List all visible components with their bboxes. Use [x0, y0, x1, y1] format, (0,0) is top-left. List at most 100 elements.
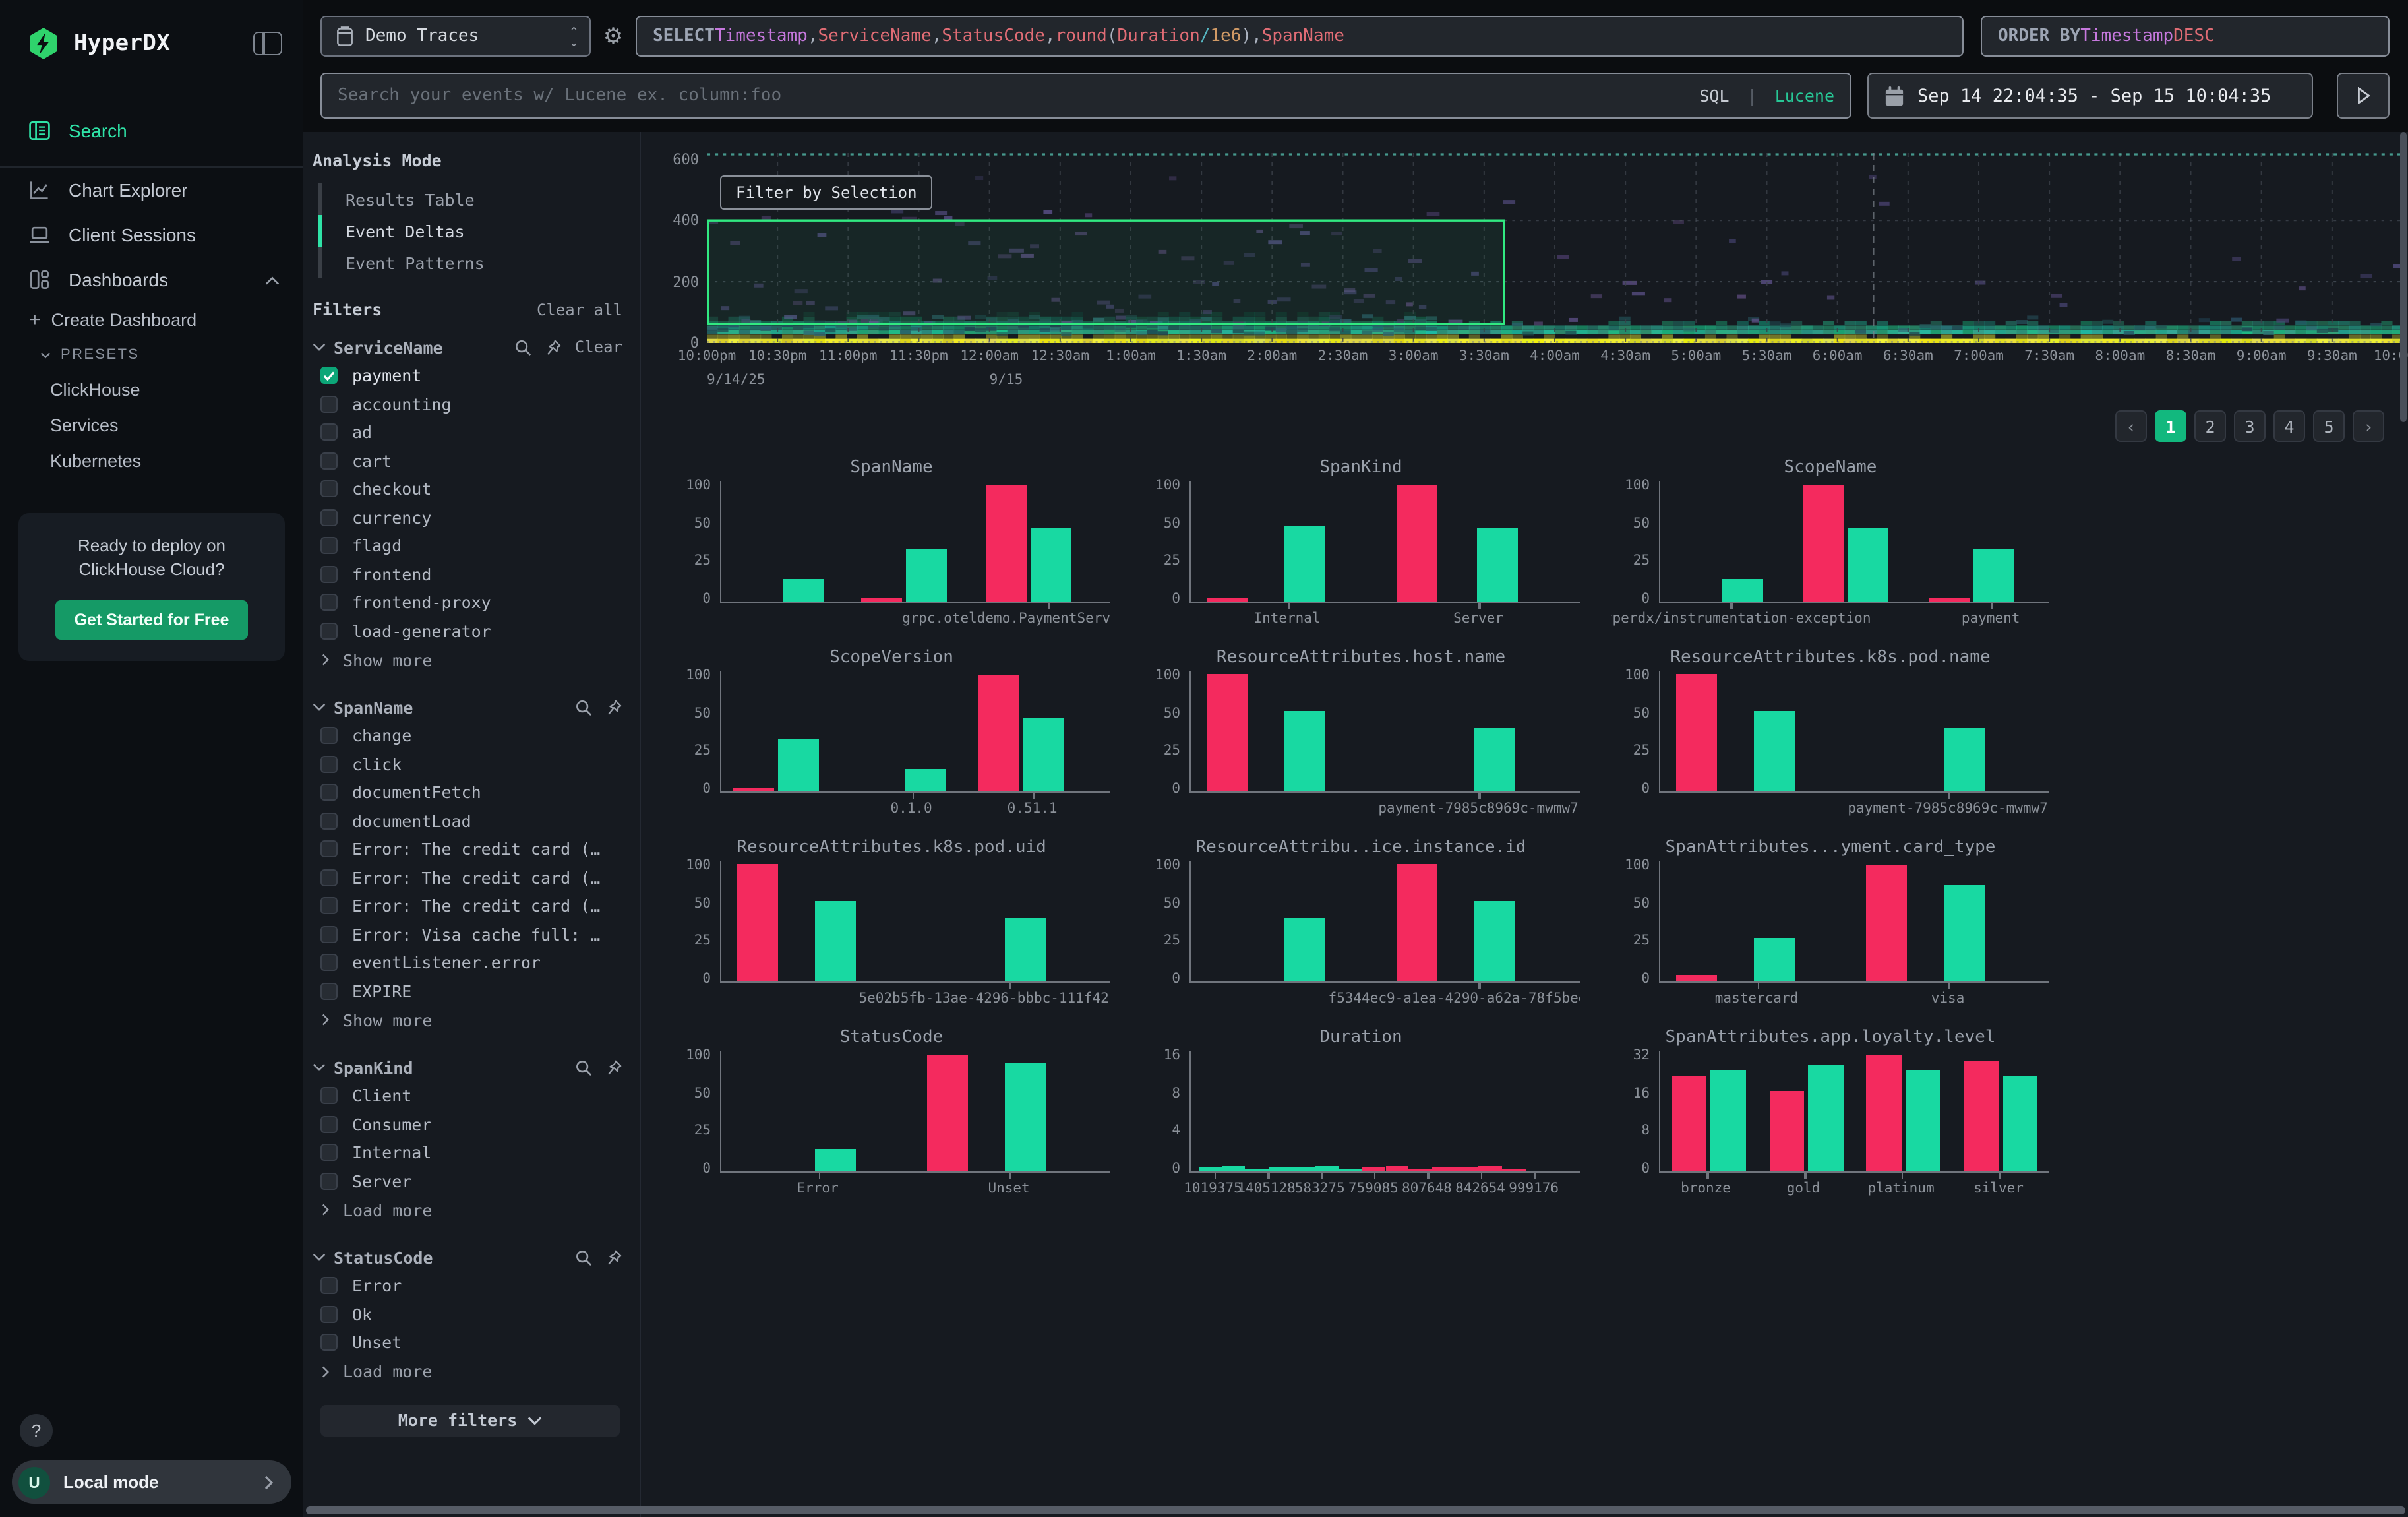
filter-checkbox-row[interactable]: Server — [313, 1167, 622, 1195]
filter-checkbox-row[interactable]: flagd — [313, 532, 622, 560]
checkbox[interactable] — [320, 538, 338, 555]
filter-checkbox-row[interactable]: checkout — [313, 475, 622, 503]
filter-checkbox-row[interactable]: frontend-proxy — [313, 588, 622, 617]
filter-checkbox-row[interactable]: Client — [313, 1082, 622, 1110]
page-button-5[interactable]: 5 — [2313, 410, 2345, 442]
filter-checkbox-row[interactable]: frontend — [313, 560, 622, 588]
search-icon[interactable] — [575, 1249, 592, 1266]
filter-checkbox-row[interactable]: Ok — [313, 1300, 622, 1328]
source-select[interactable]: Demo Traces ⌃⌄ — [320, 16, 591, 57]
source-settings-button[interactable]: ⚙ — [591, 16, 636, 57]
local-mode-button[interactable]: U Local mode — [12, 1460, 291, 1504]
chevron-down-icon[interactable] — [313, 342, 326, 352]
checkbox[interactable] — [320, 452, 338, 470]
checkbox[interactable] — [320, 756, 338, 773]
checkbox[interactable] — [320, 954, 338, 972]
analysis-mode-event-patterns[interactable]: Event Patterns — [318, 247, 622, 278]
checkbox-checked[interactable] — [320, 367, 338, 385]
chevron-down-icon[interactable] — [313, 1252, 326, 1262]
checkbox[interactable] — [320, 1278, 338, 1295]
chevron-down-icon[interactable] — [313, 1062, 326, 1072]
search-icon[interactable] — [575, 698, 592, 716]
pin-icon[interactable] — [605, 698, 622, 716]
load-more-button[interactable]: Load more — [313, 1195, 622, 1224]
filter-checkbox-row[interactable]: Unset — [313, 1328, 622, 1357]
sidebar-item-preset-services[interactable]: Services — [0, 408, 303, 443]
search-input[interactable] — [338, 86, 1699, 106]
sidebar-presets-toggle[interactable]: PRESETS — [0, 338, 303, 372]
pin-icon[interactable] — [605, 1249, 622, 1266]
show-more-button[interactable]: Show more — [313, 645, 622, 674]
vertical-scrollbar[interactable] — [2400, 132, 2407, 422]
load-more-button[interactable]: Load more — [313, 1357, 622, 1386]
checkbox[interactable] — [320, 869, 338, 886]
page-button-2[interactable]: 2 — [2194, 410, 2226, 442]
checkbox[interactable] — [320, 396, 338, 413]
filter-checkbox-row[interactable]: Error: The credit card (… — [313, 835, 622, 863]
sidebar-item-search[interactable]: Search — [0, 108, 303, 153]
checkbox[interactable] — [320, 841, 338, 858]
filter-checkbox-row[interactable]: change — [313, 722, 622, 750]
checkbox[interactable] — [320, 509, 338, 526]
checkbox[interactable] — [320, 1088, 338, 1105]
checkbox[interactable] — [320, 926, 338, 943]
get-started-button[interactable]: Get Started for Free — [56, 600, 248, 640]
page-prev-button[interactable]: ‹ — [2115, 410, 2147, 442]
sidebar-item-dashboards[interactable]: Dashboards — [0, 257, 303, 302]
filter-checkbox-row[interactable]: load-generator — [313, 617, 622, 645]
page-button-1[interactable]: 1 — [2155, 410, 2186, 442]
lucene-toggle[interactable]: Lucene — [1775, 86, 1834, 106]
filter-checkbox-row[interactable]: Error — [313, 1272, 622, 1300]
filter-checkbox-row[interactable]: documentFetch — [313, 778, 622, 807]
pin-icon[interactable] — [545, 338, 562, 356]
checkbox[interactable] — [320, 1144, 338, 1161]
filter-checkbox-row[interactable]: Internal — [313, 1138, 622, 1167]
checkbox[interactable] — [320, 1306, 338, 1323]
filter-checkbox-row[interactable]: accounting — [313, 390, 622, 418]
chevron-down-icon[interactable] — [313, 702, 326, 712]
checkbox[interactable] — [320, 1173, 338, 1190]
search-icon[interactable] — [514, 338, 531, 356]
filter-checkbox-row[interactable]: Error: The credit card (… — [313, 892, 622, 920]
filter-checkbox-row[interactable]: Error: Visa cache full: … — [313, 920, 622, 948]
sql-toggle[interactable]: SQL — [1699, 86, 1729, 106]
checkbox[interactable] — [320, 898, 338, 915]
filter-checkbox-row[interactable]: ad — [313, 418, 622, 447]
checkbox[interactable] — [320, 424, 338, 441]
checkbox[interactable] — [320, 594, 338, 611]
show-more-button[interactable]: Show more — [313, 1005, 622, 1034]
sidebar-item-client-sessions[interactable]: Client Sessions — [0, 212, 303, 257]
checkbox[interactable] — [320, 813, 338, 830]
filter-checkbox-row[interactable]: cart — [313, 447, 622, 475]
sidebar-item-preset-kubernetes[interactable]: Kubernetes — [0, 443, 303, 479]
filter-checkbox-row[interactable]: eventListener.error — [313, 948, 622, 977]
more-filters-button[interactable]: More filters — [320, 1404, 620, 1436]
sidebar-item-preset-clickhouse[interactable]: ClickHouse — [0, 372, 303, 408]
sidebar-item-chart-explorer[interactable]: Chart Explorer — [0, 168, 303, 212]
events-heatmap[interactable]: Filter by Selection — [707, 153, 2403, 343]
page-button-3[interactable]: 3 — [2234, 410, 2266, 442]
filter-checkbox-row[interactable]: currency — [313, 503, 622, 532]
run-query-button[interactable] — [2337, 73, 2390, 119]
filter-checkbox-row[interactable]: click — [313, 750, 622, 778]
search-icon[interactable] — [575, 1059, 592, 1076]
sidebar-item-create-dashboard[interactable]: + Create Dashboard — [0, 302, 303, 338]
orderby-clause-input[interactable]: ORDER BY Timestamp DESC — [1981, 16, 2390, 57]
filter-by-selection-button[interactable]: Filter by Selection — [720, 175, 933, 210]
checkbox[interactable] — [320, 623, 338, 640]
filter-checkbox-row[interactable]: documentLoad — [313, 807, 622, 835]
page-next-button[interactable]: › — [2353, 410, 2384, 442]
date-range-picker[interactable]: Sep 14 22:04:35 - Sep 15 10:04:35 — [1867, 73, 2313, 119]
help-button[interactable]: ? — [20, 1414, 53, 1447]
filter-checkbox-row[interactable]: EXPIRE — [313, 977, 622, 1005]
checkbox[interactable] — [320, 1116, 338, 1133]
checkbox[interactable] — [320, 566, 338, 583]
clear-filter-button[interactable]: Clear — [575, 338, 622, 356]
horizontal-scrollbar[interactable] — [306, 1506, 2405, 1514]
analysis-mode-event-deltas[interactable]: Event Deltas — [318, 215, 622, 247]
clear-all-filters-button[interactable]: Clear all — [537, 300, 622, 319]
checkbox[interactable] — [320, 784, 338, 801]
collapse-sidebar-icon[interactable] — [253, 32, 282, 55]
select-clause-input[interactable]: SELECT Timestamp, ServiceName, StatusCod… — [636, 16, 1964, 57]
checkbox[interactable] — [320, 983, 338, 1000]
